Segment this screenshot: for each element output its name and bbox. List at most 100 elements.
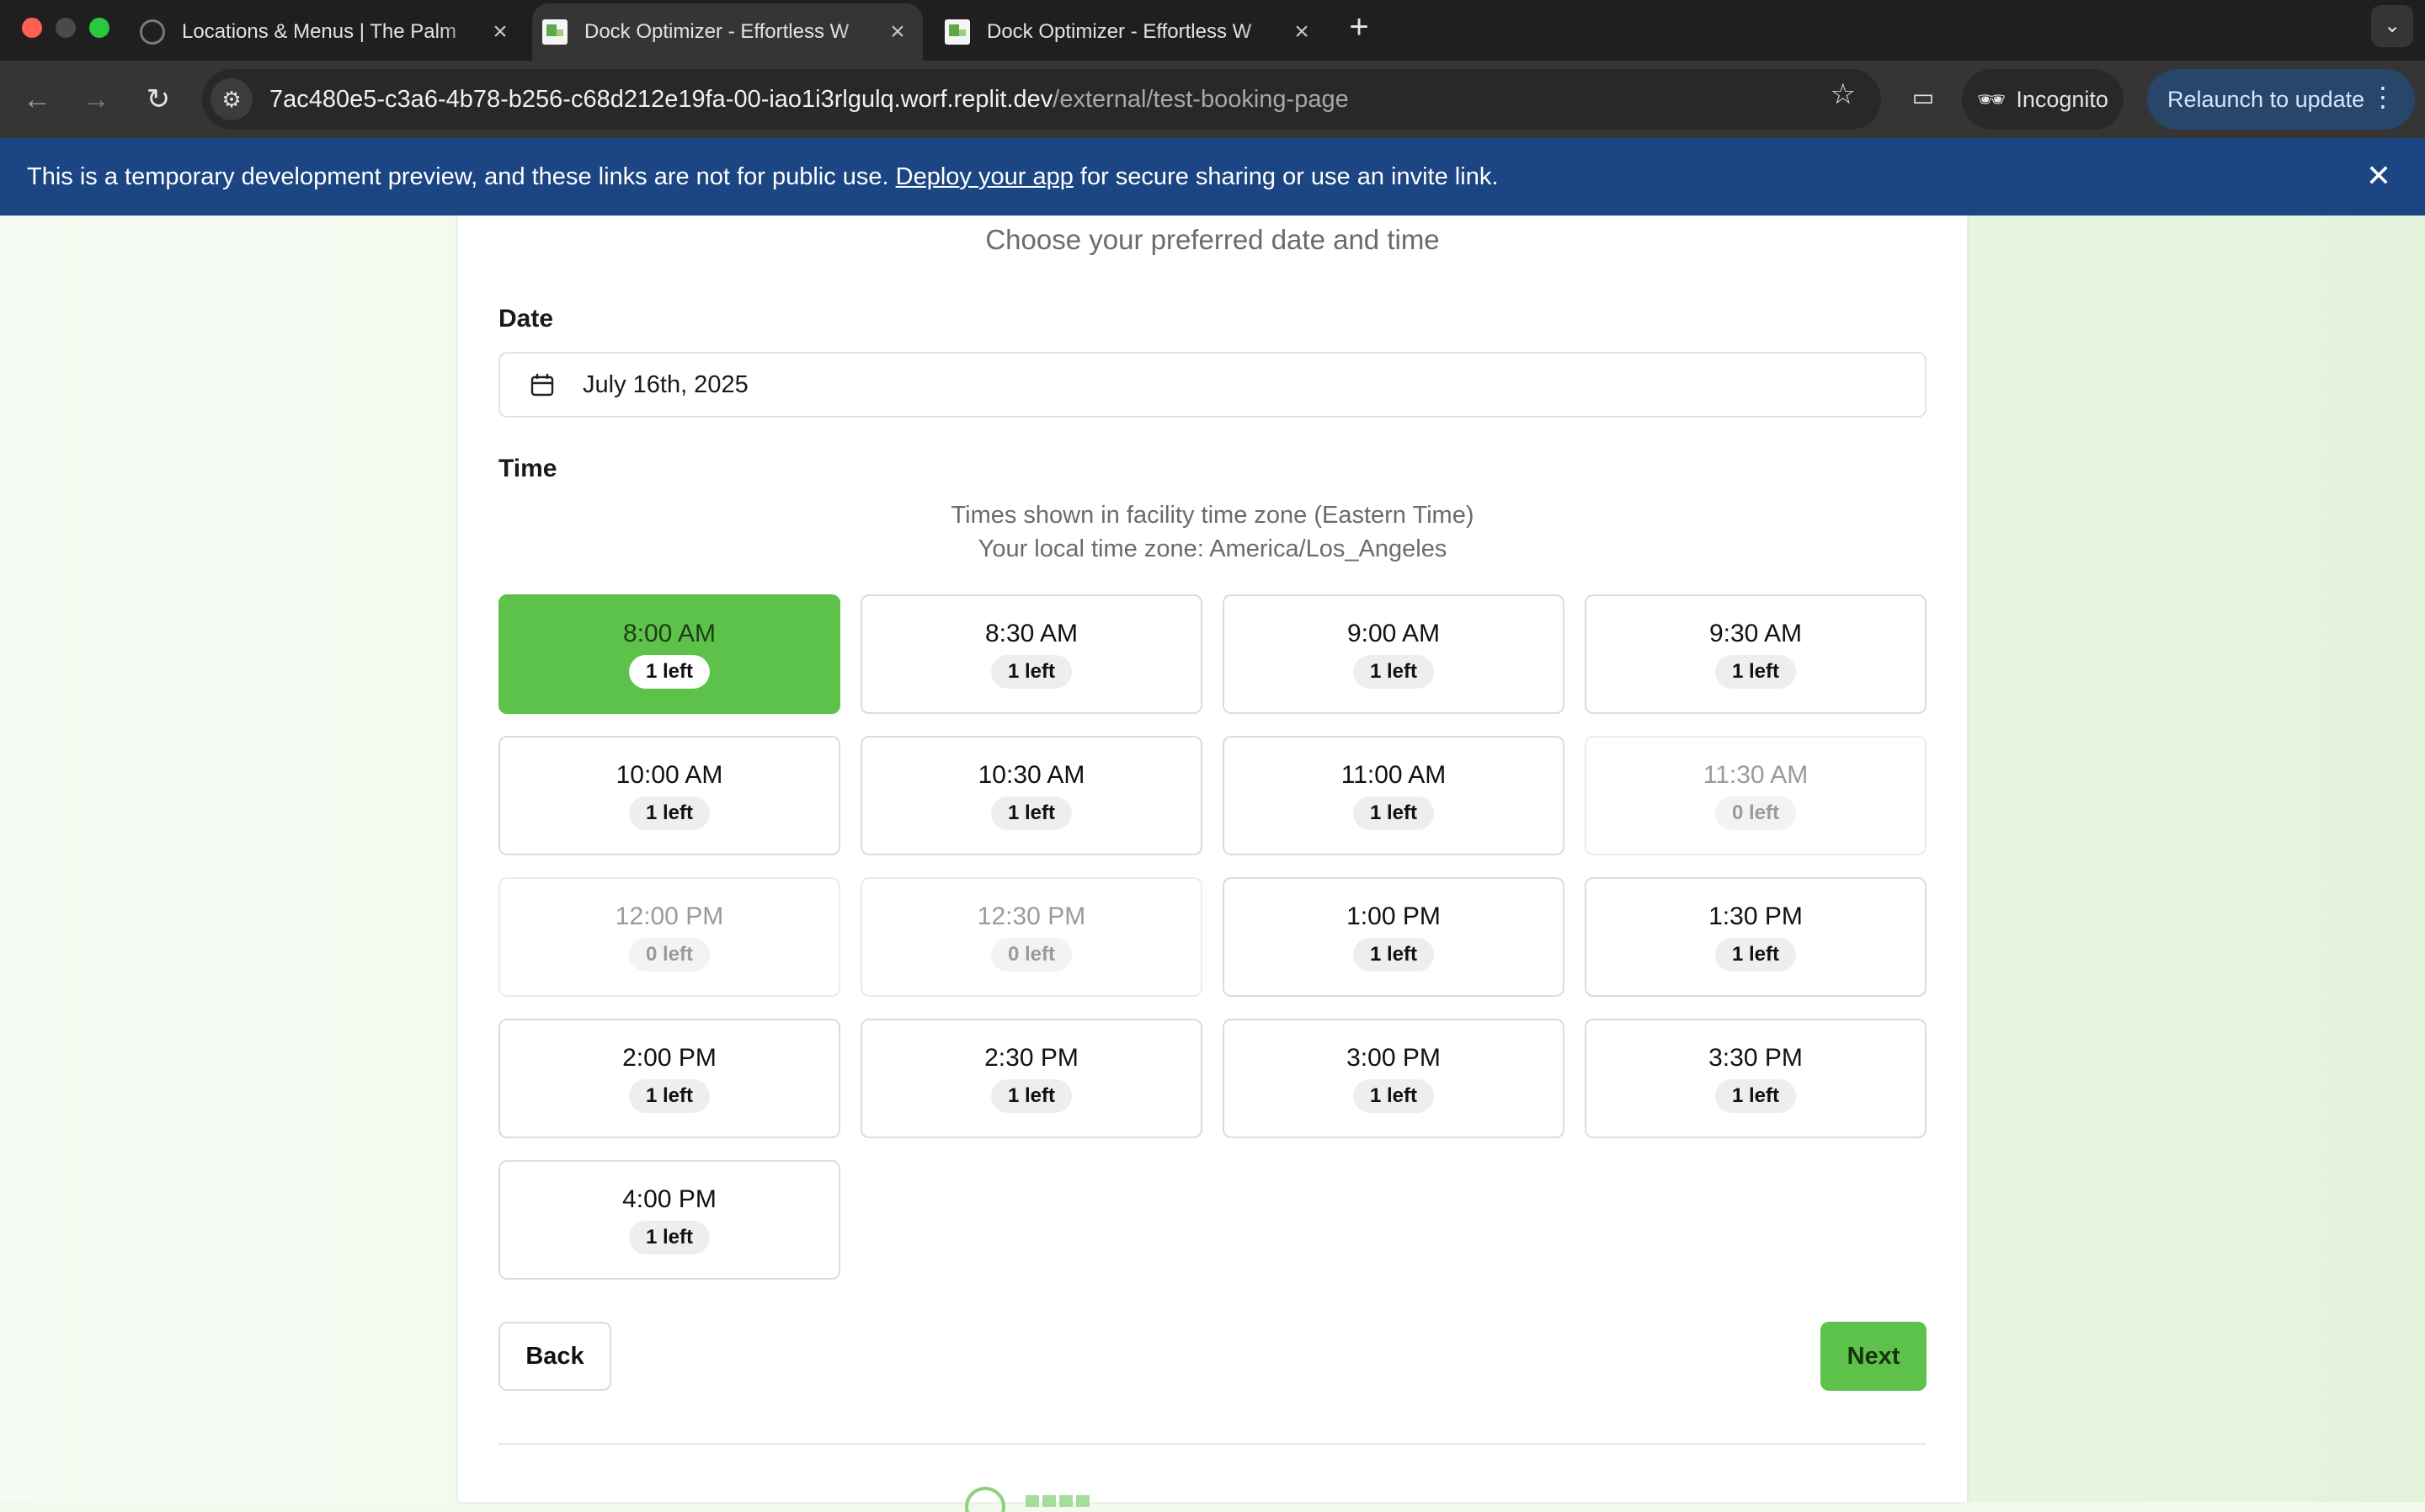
browser-tab-active[interactable]: Dock Optimizer - Effortless W × (532, 3, 923, 61)
selected-date-value: July 16th, 2025 (583, 370, 749, 398)
time-slot-button[interactable]: 2:00 PM 1 left (498, 1019, 840, 1138)
page-background: Choose your preferred date and time Date… (0, 216, 2425, 1512)
slot-availability-badge: 1 left (1352, 938, 1434, 972)
dock-optimizer-favicon-icon (945, 19, 970, 45)
banner-text-after: for secure sharing or use an invite link… (1079, 162, 1499, 190)
tab-title: Dock Optimizer - Effortless W (987, 20, 1252, 43)
close-banner-icon[interactable]: ✕ (2366, 158, 2391, 194)
time-slot-button[interactable]: 10:30 AM 1 left (861, 736, 1202, 855)
reload-icon[interactable]: ↻ (136, 77, 180, 121)
slot-time: 8:30 AM (984, 620, 1079, 647)
slot-availability-badge: 1 left (990, 796, 1072, 830)
slot-availability-badge: 1 left (1352, 655, 1434, 689)
slot-time: 12:30 PM (977, 902, 1086, 930)
incognito-indicator[interactable]: 🕶 Incognito (1962, 69, 2124, 130)
time-label: Time (498, 455, 557, 482)
step-subtitle: Choose your preferred date and time (985, 224, 1440, 255)
time-slot-button[interactable]: 1:00 PM 1 left (1223, 877, 1564, 997)
slot-time: 10:30 AM (978, 761, 1085, 789)
forward-arrow-icon[interactable]: → (74, 77, 118, 121)
time-slot-button: 11:30 AM 0 left (1585, 736, 1927, 855)
time-slot-button[interactable]: 9:00 AM 1 left (1223, 594, 1564, 714)
slot-availability-badge: 1 left (1352, 796, 1434, 830)
slot-availability-badge: 1 left (990, 1079, 1072, 1113)
time-slot-button[interactable]: 1:30 PM 1 left (1585, 877, 1927, 997)
calendar-icon (530, 373, 554, 397)
new-tab-plus-icon[interactable]: + (1340, 7, 1378, 47)
close-tab-icon[interactable]: × (882, 18, 913, 46)
slot-time: 4:00 PM (622, 1185, 717, 1213)
bookmark-star-icon[interactable]: ☆ (1831, 77, 1856, 111)
time-slot-button[interactable]: 11:00 AM 1 left (1223, 736, 1564, 855)
incognito-icon: 🕶 (1977, 87, 2007, 112)
browser-tab[interactable]: Locations & Menus | The Palm × (130, 3, 525, 61)
banner-text-before: This is a temporary development preview,… (27, 162, 889, 190)
site-favicon-icon (140, 19, 165, 45)
slot-availability-badge: 0 left (990, 938, 1072, 972)
booking-card: Choose your preferred date and time Date… (458, 216, 1967, 1512)
time-slot-button[interactable]: 9:30 AM 1 left (1585, 594, 1927, 714)
back-button[interactable]: Back (498, 1322, 611, 1391)
date-picker-field[interactable]: July 16th, 2025 (498, 352, 1927, 418)
slot-availability-badge: 1 left (628, 1221, 710, 1254)
facility-timezone-note: Times shown in facility time zone (Easte… (951, 502, 1474, 529)
time-slot-button: 12:30 PM 0 left (861, 877, 1202, 997)
slot-availability-badge: 1 left (1714, 938, 1796, 972)
slot-availability-badge: 0 left (628, 938, 710, 972)
back-arrow-icon[interactable]: ← (15, 77, 59, 121)
time-slot-button[interactable]: 3:30 PM 1 left (1585, 1019, 1927, 1138)
slot-time: 10:00 AM (616, 761, 723, 789)
close-tab-icon[interactable]: × (1287, 18, 1317, 46)
slot-time: 2:30 PM (984, 1044, 1079, 1072)
slot-time: 12:00 PM (615, 902, 724, 930)
close-tab-icon[interactable]: × (485, 18, 515, 46)
browser-toolbar: ← → ↻ ⚙ 7ac480e5-c3a6-4b78-b256-c68d212e… (0, 61, 2425, 138)
date-label: Date (498, 305, 554, 333)
slot-availability-badge: 1 left (990, 655, 1072, 689)
slot-time: 2:00 PM (622, 1044, 717, 1072)
slot-time: 9:30 AM (1708, 620, 1803, 647)
dev-preview-banner: This is a temporary development preview,… (0, 138, 2425, 216)
slot-time: 8:00 AM (622, 620, 717, 647)
slot-time: 11:00 AM (1340, 761, 1447, 789)
dock-optimizer-favicon-icon (542, 19, 568, 45)
slot-availability-badge: 1 left (1714, 1079, 1796, 1113)
time-slot-button[interactable]: 2:30 PM 1 left (861, 1019, 1202, 1138)
close-window-button[interactable] (22, 18, 42, 38)
slot-availability-badge: 1 left (1352, 1079, 1434, 1113)
tab-title: Dock Optimizer - Effortless W (584, 20, 850, 43)
tab-search-chevron-icon[interactable]: ⌄ (2371, 5, 2413, 47)
slot-time: 9:00 AM (1346, 620, 1441, 647)
relaunch-label: Relaunch to update (2167, 86, 2365, 112)
tab-title: Locations & Menus | The Palm (182, 20, 456, 43)
slot-time: 1:30 PM (1708, 902, 1803, 930)
time-slot-button[interactable]: 10:00 AM 1 left (498, 736, 840, 855)
dock-optimizer-logo (957, 1478, 1108, 1512)
browser-tab[interactable]: Dock Optimizer - Effortless W × (935, 3, 1327, 61)
slot-availability-badge: 1 left (628, 796, 710, 830)
slot-time: 1:00 PM (1346, 902, 1441, 930)
relaunch-to-update-button[interactable]: Relaunch to update ⋮ (2147, 69, 2415, 130)
more-menu-icon[interactable]: ⋮ (2369, 81, 2396, 113)
time-slot-button: 12:00 PM 0 left (498, 877, 840, 997)
url-host: 7ac480e5-c3a6-4b78-b256-c68d212e19fa-00-… (269, 85, 1053, 113)
url-path: /external/test-booking-page (1053, 85, 1349, 113)
slot-time: 3:00 PM (1346, 1044, 1441, 1072)
deploy-app-link[interactable]: Deploy your app (896, 163, 1074, 190)
site-settings-icon[interactable]: ⚙ (211, 78, 253, 120)
slot-availability-badge: 1 left (628, 655, 710, 689)
address-bar[interactable]: ⚙ 7ac480e5-c3a6-4b78-b256-c68d212e19fa-0… (202, 69, 1881, 130)
minimize-window-button[interactable] (56, 18, 76, 38)
slot-availability-badge: 1 left (628, 1079, 710, 1113)
next-button[interactable]: Next (1820, 1322, 1927, 1391)
time-slot-grid: 8:00 AM 1 left 8:30 AM 1 left 9:00 AM 1 left 9… (498, 594, 1927, 1280)
banner-text: This is a temporary development preview,… (27, 163, 1498, 191)
cast-icon[interactable]: ▭ (1905, 79, 1942, 116)
time-slot-button[interactable]: 4:00 PM 1 left (498, 1160, 840, 1280)
time-slot-button[interactable]: 3:00 PM 1 left (1223, 1019, 1564, 1138)
time-slot-button[interactable]: 8:00 AM 1 left (498, 594, 840, 714)
time-slot-button[interactable]: 8:30 AM 1 left (861, 594, 1202, 714)
slot-time: 3:30 PM (1708, 1044, 1803, 1072)
maximize-window-button[interactable] (89, 18, 109, 38)
local-timezone-note: Your local time zone: America/Los_Angele… (978, 535, 1447, 562)
